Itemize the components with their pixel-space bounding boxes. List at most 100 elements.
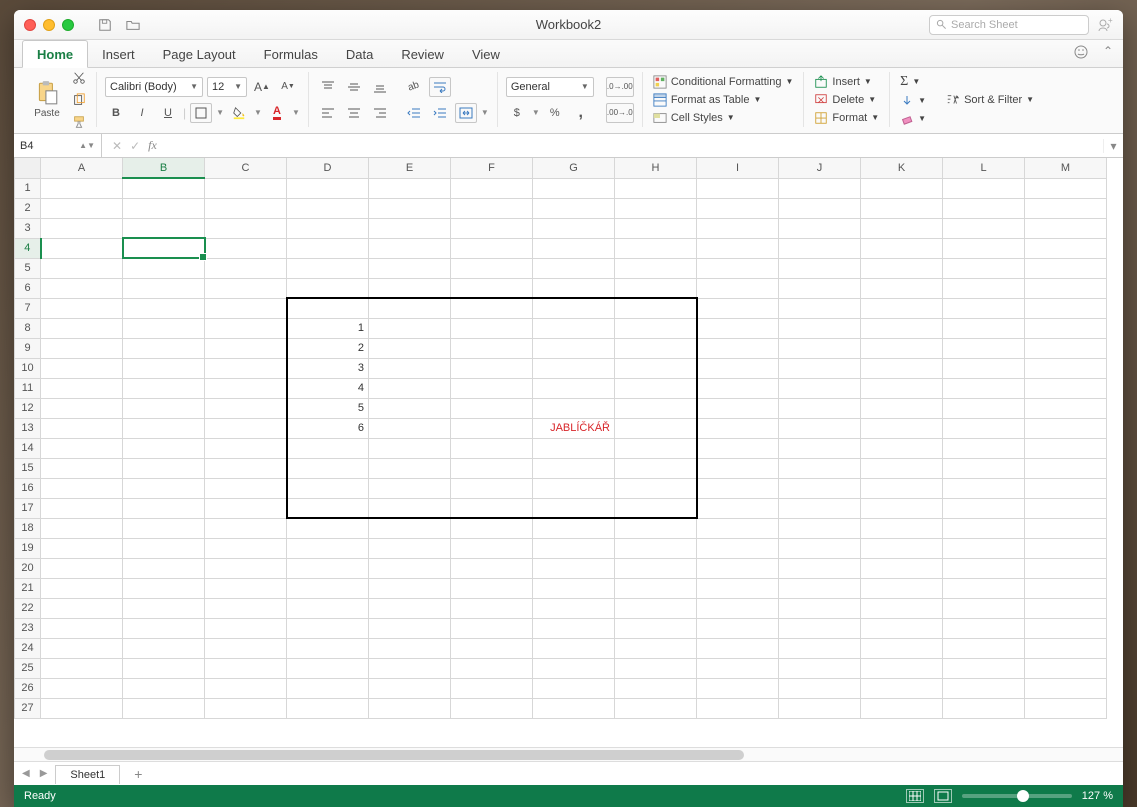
cell-E1[interactable] [369, 178, 451, 198]
cell-J4[interactable] [779, 238, 861, 258]
cell-B24[interactable] [123, 638, 205, 658]
cell-M27[interactable] [1025, 698, 1107, 718]
cell-J23[interactable] [779, 618, 861, 638]
minimize-window-button[interactable] [43, 19, 55, 31]
cell-L23[interactable] [943, 618, 1025, 638]
cell-C11[interactable] [205, 378, 287, 398]
cell-J20[interactable] [779, 558, 861, 578]
cell-G7[interactable] [533, 298, 615, 318]
cell-F2[interactable] [451, 198, 533, 218]
cell-E20[interactable] [369, 558, 451, 578]
cell-B8[interactable] [123, 318, 205, 338]
cell-B23[interactable] [123, 618, 205, 638]
cell-F7[interactable] [451, 298, 533, 318]
cell-M7[interactable] [1025, 298, 1107, 318]
row-header-19[interactable]: 19 [15, 538, 41, 558]
cell-L14[interactable] [943, 438, 1025, 458]
cell-G20[interactable] [533, 558, 615, 578]
cell-C12[interactable] [205, 398, 287, 418]
cell-H7[interactable] [615, 298, 697, 318]
cell-E8[interactable] [369, 318, 451, 338]
cell-M11[interactable] [1025, 378, 1107, 398]
cell-J25[interactable] [779, 658, 861, 678]
cell-C15[interactable] [205, 458, 287, 478]
row-header-24[interactable]: 24 [15, 638, 41, 658]
cell-H26[interactable] [615, 678, 697, 698]
cell-J13[interactable] [779, 418, 861, 438]
cell-C8[interactable] [205, 318, 287, 338]
cell-C16[interactable] [205, 478, 287, 498]
cell-J21[interactable] [779, 578, 861, 598]
cell-H23[interactable] [615, 618, 697, 638]
cell-C25[interactable] [205, 658, 287, 678]
merge-cells-icon[interactable] [455, 103, 477, 123]
cell-I24[interactable] [697, 638, 779, 658]
cell-A5[interactable] [41, 258, 123, 278]
cell-L10[interactable] [943, 358, 1025, 378]
fx-icon[interactable]: fx [148, 138, 157, 153]
row-header-6[interactable]: 6 [15, 278, 41, 298]
cell-E13[interactable] [369, 418, 451, 438]
cell-D18[interactable] [287, 518, 369, 538]
orientation-icon[interactable]: ab [403, 77, 425, 97]
row-header-7[interactable]: 7 [15, 298, 41, 318]
cell-H14[interactable] [615, 438, 697, 458]
cell-C23[interactable] [205, 618, 287, 638]
cell-I3[interactable] [697, 218, 779, 238]
cell-B22[interactable] [123, 598, 205, 618]
cell-I20[interactable] [697, 558, 779, 578]
cell-F17[interactable] [451, 498, 533, 518]
cell-J5[interactable] [779, 258, 861, 278]
cell-A22[interactable] [41, 598, 123, 618]
align-top-icon[interactable] [317, 77, 339, 97]
row-header-27[interactable]: 27 [15, 698, 41, 718]
cell-G14[interactable] [533, 438, 615, 458]
row-header-25[interactable]: 25 [15, 658, 41, 678]
cell-B27[interactable] [123, 698, 205, 718]
cell-K5[interactable] [861, 258, 943, 278]
font-color-button[interactable]: A [266, 103, 288, 123]
cell-M16[interactable] [1025, 478, 1107, 498]
cell-M15[interactable] [1025, 458, 1107, 478]
cell-J15[interactable] [779, 458, 861, 478]
cell-I17[interactable] [697, 498, 779, 518]
decrease-decimal-icon[interactable]: .00→.0 [606, 103, 634, 123]
cell-M1[interactable] [1025, 178, 1107, 198]
conditional-formatting-button[interactable]: Conditional Formatting▼ [651, 74, 796, 90]
cell-K16[interactable] [861, 478, 943, 498]
enter-formula-icon[interactable]: ✓ [130, 139, 140, 153]
percent-icon[interactable]: % [544, 103, 566, 123]
cell-E17[interactable] [369, 498, 451, 518]
cell-L16[interactable] [943, 478, 1025, 498]
cell-D16[interactable] [287, 478, 369, 498]
increase-decimal-icon[interactable]: .0→.00 [606, 77, 634, 97]
cell-A19[interactable] [41, 538, 123, 558]
cell-K14[interactable] [861, 438, 943, 458]
cell-F8[interactable] [451, 318, 533, 338]
cell-C20[interactable] [205, 558, 287, 578]
row-header-4[interactable]: 4 [15, 238, 41, 258]
row-header-22[interactable]: 22 [15, 598, 41, 618]
cell-K8[interactable] [861, 318, 943, 338]
cell-A11[interactable] [41, 378, 123, 398]
cell-L22[interactable] [943, 598, 1025, 618]
cell-K4[interactable] [861, 238, 943, 258]
row-header-1[interactable]: 1 [15, 178, 41, 198]
cell-M10[interactable] [1025, 358, 1107, 378]
cell-F16[interactable] [451, 478, 533, 498]
cell-A23[interactable] [41, 618, 123, 638]
cell-K22[interactable] [861, 598, 943, 618]
cell-L25[interactable] [943, 658, 1025, 678]
zoom-slider[interactable] [962, 794, 1072, 798]
copy-icon[interactable] [70, 91, 88, 109]
cell-B9[interactable] [123, 338, 205, 358]
spreadsheet-grid[interactable]: ABCDEFGHIJKLM12345678192103114125136JABL… [14, 158, 1123, 747]
delete-cells-button[interactable]: Delete▼ [812, 92, 878, 108]
cell-K10[interactable] [861, 358, 943, 378]
cell-G27[interactable] [533, 698, 615, 718]
page-layout-view-icon[interactable] [934, 789, 952, 803]
cell-L27[interactable] [943, 698, 1025, 718]
row-header-23[interactable]: 23 [15, 618, 41, 638]
cell-H5[interactable] [615, 258, 697, 278]
cell-E23[interactable] [369, 618, 451, 638]
